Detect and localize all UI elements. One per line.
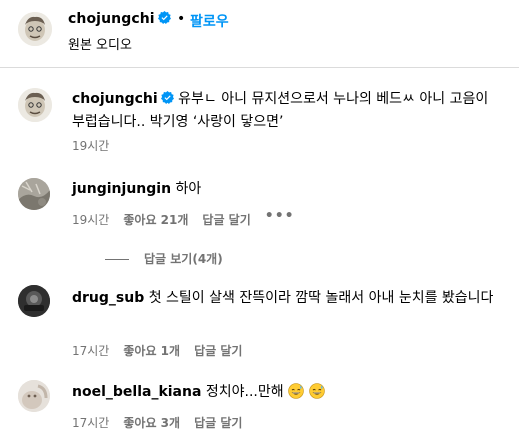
- comment-avatar[interactable]: [18, 178, 50, 210]
- grinning-sweat-emoji-icon: [308, 383, 325, 399]
- comment-text: 하아: [175, 181, 202, 197]
- comment-body: noel_bella_kiana 정치야...만해: [72, 381, 505, 404]
- reply-button[interactable]: 답글 달기: [194, 414, 242, 431]
- view-replies-label[interactable]: 답글 보기(4개): [144, 252, 223, 266]
- author-username-text[interactable]: chojungchi: [68, 11, 155, 27]
- caption-body: chojungchi 유부ㄴ 아니 뮤지션으로서 누나의 베드ㅆ 아니 고음이 …: [72, 88, 505, 134]
- author-avatar[interactable]: [18, 12, 52, 46]
- reply-button[interactable]: 답글 달기: [194, 342, 242, 359]
- caption-meta: 19시간: [72, 137, 123, 154]
- comment-meta: 17시간 좋아요 1개 답글 달기: [72, 342, 256, 359]
- caption-avatar[interactable]: [18, 88, 52, 122]
- caption-time[interactable]: 19시간: [72, 137, 109, 154]
- verified-badge-icon: [157, 11, 171, 24]
- comment-text: 첫 스틸이 살색 잔뜩이라 깜딱 놀래서 아내 눈치를 봤습니다: [148, 290, 494, 306]
- comment-time[interactable]: 17시간: [72, 414, 109, 431]
- replies-divider-line: [105, 259, 129, 260]
- comment-username[interactable]: junginjungin: [72, 181, 171, 197]
- reply-button[interactable]: 답글 달기: [202, 211, 250, 228]
- comment-avatar[interactable]: [18, 380, 50, 412]
- caption-username[interactable]: chojungchi: [72, 91, 158, 107]
- original-audio-link[interactable]: 원본 오디오: [68, 34, 132, 53]
- comment-username[interactable]: drug_sub: [72, 290, 144, 306]
- comment-meta: 17시간 좋아요 3개 답글 달기: [72, 414, 256, 431]
- view-replies-button[interactable]: 답글 보기(4개): [105, 250, 223, 267]
- comment-time[interactable]: 19시간: [72, 211, 109, 228]
- separator-dot: •: [177, 11, 186, 27]
- comment-username[interactable]: noel_bella_kiana: [72, 384, 201, 400]
- comment-body: drug_sub 첫 스틸이 살색 잔뜩이라 깜딱 놀래서 아내 눈치를 봤습니…: [72, 287, 505, 310]
- comment-likes[interactable]: 좋아요 1개: [123, 342, 180, 359]
- comment-avatar[interactable]: [18, 285, 50, 317]
- grinning-sweat-emoji-icon: [288, 383, 304, 399]
- verified-badge-icon: [160, 91, 174, 104]
- comment-time[interactable]: 17시간: [72, 342, 109, 359]
- more-options-icon[interactable]: •••: [265, 208, 295, 228]
- follow-button[interactable]: 팔로우: [190, 11, 229, 31]
- post-header: chojungchi • 팔로우 원본 오디오: [0, 0, 519, 68]
- comment-likes[interactable]: 좋아요 3개: [123, 414, 180, 431]
- comment-body: junginjungin 하아: [72, 178, 505, 201]
- comment-meta: 19시간 좋아요 21개 답글 달기 •••: [72, 208, 309, 228]
- comment-likes[interactable]: 좋아요 21개: [123, 211, 188, 228]
- comment-text: 정치야...만해: [205, 384, 284, 400]
- author-username[interactable]: chojungchi: [68, 11, 171, 27]
